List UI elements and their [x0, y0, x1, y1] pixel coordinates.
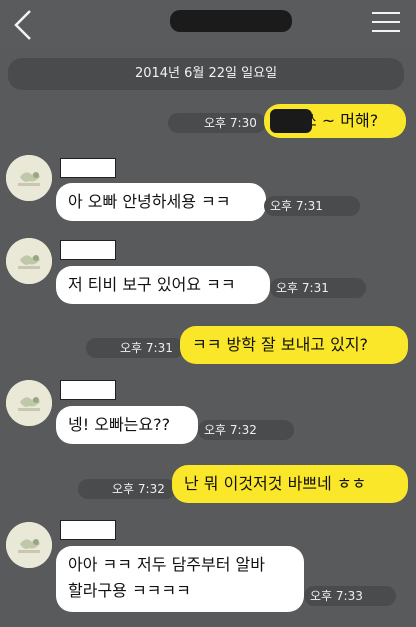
message-time: 오후 7:31 [86, 338, 184, 358]
sender-name-redacted [60, 158, 116, 178]
sender-name-redacted [60, 380, 116, 400]
avatar[interactable] [6, 155, 52, 201]
chat-title-redacted [170, 10, 292, 32]
avatar[interactable] [6, 380, 52, 426]
profile-image [6, 155, 52, 201]
message-time: 오후 7:33 [304, 586, 396, 606]
incoming-message-bubble[interactable]: 넹! 오빠는요?? [56, 406, 198, 444]
avatar[interactable] [6, 238, 52, 284]
hamburger-menu-icon [372, 12, 400, 14]
profile-image [6, 238, 52, 284]
avatar[interactable] [6, 522, 52, 568]
incoming-message-bubble[interactable]: 저 티비 보구 있어요 ㅋㅋ [56, 266, 270, 304]
chevron-left-icon [14, 10, 31, 40]
top-bar [0, 0, 416, 50]
message-time: 오후 7:31 [264, 196, 360, 216]
incoming-message-bubble[interactable]: 아 오빠 안녕하세용 ㅋㅋ [56, 183, 266, 221]
outgoing-message-bubble[interactable]: 난 뭐 이것저것 바쁘네 ㅎㅎ [172, 465, 408, 503]
redacted-name [270, 109, 312, 133]
message-time: 오후 7:32 [78, 479, 176, 499]
message-time: 오후 7:32 [198, 420, 294, 440]
profile-image [6, 380, 52, 426]
sender-name-redacted [60, 520, 116, 540]
sender-name-redacted [60, 240, 116, 260]
profile-image [6, 522, 52, 568]
date-divider: 2014년 6월 22일 일요일 [8, 58, 404, 90]
back-button[interactable] [10, 8, 38, 42]
message-time: 오후 7:31 [270, 278, 366, 298]
incoming-message-bubble[interactable]: 아아 ㅋㅋ 저두 담주부터 알바 할라구용 ㅋㅋㅋㅋ [56, 546, 304, 612]
outgoing-message-bubble[interactable]: ㅋㅋ 방학 잘 보내고 있지? [180, 326, 408, 364]
message-time: 오후 7:30 [168, 113, 266, 133]
menu-button[interactable] [370, 9, 402, 35]
